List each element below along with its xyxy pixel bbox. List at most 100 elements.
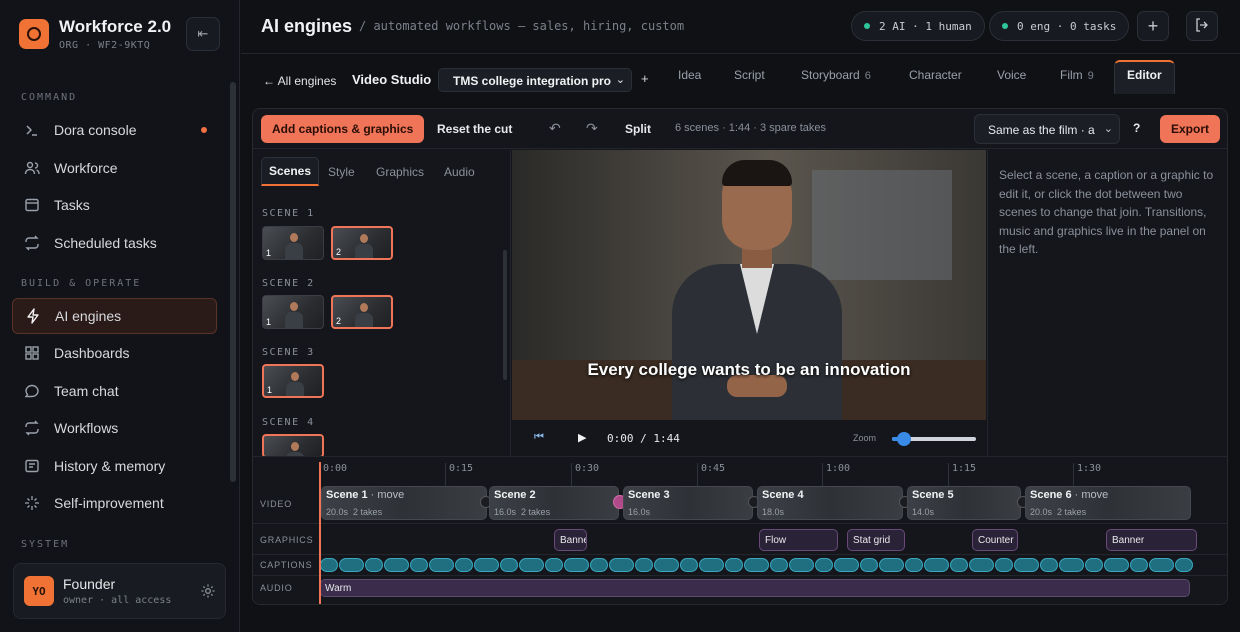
sidebar-item-dashboards[interactable]: Dashboards <box>12 335 217 371</box>
caption-chip[interactable] <box>789 558 814 572</box>
scene-take-thumbnail[interactable]: 1 <box>262 295 324 329</box>
caption-chip[interactable] <box>1130 558 1148 572</box>
caption-chip[interactable] <box>564 558 589 572</box>
caption-chip[interactable] <box>969 558 994 572</box>
tab-graphics[interactable]: Graphics <box>376 165 424 179</box>
add-button[interactable]: + <box>1137 11 1169 41</box>
user-card[interactable]: YO Founder owner · all access <box>13 563 226 619</box>
caption-chip[interactable] <box>384 558 409 572</box>
caption-chip[interactable] <box>429 558 454 572</box>
help-button[interactable]: ? <box>1133 121 1140 135</box>
tab-style[interactable]: Style <box>328 165 355 179</box>
caption-chip[interactable] <box>834 558 859 572</box>
style-select[interactable]: Same as the film · a ⌄ <box>974 114 1120 144</box>
engine-status-pill[interactable]: 0 eng · 0 tasks <box>989 11 1130 41</box>
rewind-icon[interactable]: ⏮ <box>534 431 544 444</box>
add-captions-button[interactable]: Add captions & graphics <box>261 115 425 143</box>
scene-take-thumbnail[interactable]: 2 <box>331 226 393 260</box>
export-button[interactable]: Export <box>1160 115 1220 143</box>
caption-chip[interactable] <box>1104 558 1129 572</box>
caption-chip[interactable] <box>699 558 724 572</box>
caption-chip[interactable] <box>1085 558 1103 572</box>
sidebar-item-scheduled-tasks[interactable]: Scheduled tasks <box>12 225 217 261</box>
caption-chip[interactable] <box>1059 558 1084 572</box>
tab-audio[interactable]: Audio <box>444 165 475 179</box>
ai-status-pill[interactable]: 2 AI · 1 human <box>851 11 985 41</box>
caption-chip[interactable] <box>860 558 878 572</box>
sidebar-item-tasks[interactable]: Tasks <box>12 187 217 223</box>
caption-chip[interactable] <box>455 558 473 572</box>
caption-chip[interactable] <box>500 558 518 572</box>
collapse-sidebar-button[interactable]: ⇤ <box>186 17 220 51</box>
caption-chip[interactable] <box>725 558 743 572</box>
caption-chip[interactable] <box>950 558 968 572</box>
caption-chip[interactable] <box>680 558 698 572</box>
caption-chip[interactable] <box>815 558 833 572</box>
reset-cut-button[interactable]: Reset the cut <box>426 115 523 143</box>
graphic-chip[interactable]: Banner <box>1106 529 1197 551</box>
caption-chip[interactable] <box>410 558 428 572</box>
caption-chip[interactable] <box>770 558 788 572</box>
back-link[interactable]: ← All engines <box>263 74 336 88</box>
caption-chip[interactable] <box>519 558 544 572</box>
tab-character[interactable]: Character <box>909 68 962 82</box>
caption-chip[interactable] <box>995 558 1013 572</box>
sidebar-item-self-improvement[interactable]: Self-improvement <box>12 485 217 521</box>
caption-chip[interactable] <box>905 558 923 572</box>
tab-script[interactable]: Script <box>734 68 765 82</box>
logout-button[interactable] <box>1186 11 1218 41</box>
video-preview[interactable]: Every college wants to be an innovation <box>512 150 986 420</box>
caption-chip[interactable] <box>1175 558 1193 572</box>
timeline-clip-scene-5[interactable]: Scene 5 14.0s <box>907 486 1021 520</box>
caption-chip[interactable] <box>744 558 769 572</box>
tab-scenes[interactable]: Scenes <box>261 157 320 186</box>
caption-chip[interactable] <box>320 558 338 572</box>
scenes-scrollbar[interactable] <box>503 250 507 380</box>
zoom-slider-handle[interactable] <box>897 432 911 446</box>
caption-chip[interactable] <box>1149 558 1174 572</box>
timeline-clip-scene-4[interactable]: Scene 4 18.0s <box>757 486 903 520</box>
caption-chip[interactable] <box>590 558 608 572</box>
scene-take-thumbnail[interactable]: 2 <box>331 295 393 329</box>
caption-chip[interactable] <box>609 558 634 572</box>
graphic-chip[interactable]: Flow <box>759 529 838 551</box>
caption-chip[interactable] <box>339 558 364 572</box>
tab-film[interactable]: Film 9 <box>1060 68 1094 82</box>
sidebar-scrollbar[interactable] <box>230 82 236 482</box>
tab-storyboard[interactable]: Storyboard 6 <box>801 68 871 82</box>
graphic-chip[interactable]: Counter <box>972 529 1018 551</box>
tab-idea[interactable]: Idea <box>678 68 701 82</box>
timeline-clip-scene-2[interactable]: Scene 2 16.0s 2 takes <box>489 486 619 520</box>
split-button[interactable]: Split <box>614 115 662 143</box>
playhead[interactable] <box>319 462 321 604</box>
caption-chip[interactable] <box>545 558 563 572</box>
video-caption[interactable]: Every college wants to be an innovation <box>512 360 986 380</box>
caption-chip[interactable] <box>879 558 904 572</box>
graphic-chip[interactable]: Stat grid <box>847 529 905 551</box>
redo-icon[interactable]: ↷ <box>586 120 598 137</box>
audio-track[interactable]: Warm <box>320 579 1190 597</box>
sidebar-item-team-chat[interactable]: Team chat <box>12 373 217 409</box>
tab-voice[interactable]: Voice <box>997 68 1026 82</box>
sidebar-item-history-memory[interactable]: History & memory <box>12 448 217 484</box>
timeline-clip-scene-3[interactable]: Scene 3 16.0s <box>623 486 753 520</box>
caption-chip[interactable] <box>1040 558 1058 572</box>
add-project-button[interactable]: + <box>641 71 649 86</box>
timeline-clip-scene-1[interactable]: Scene 1 · move 20.0s 2 takes <box>321 486 487 520</box>
timeline-clip-scene-6[interactable]: Scene 6 · move 20.0s 2 takes <box>1025 486 1191 520</box>
caption-chip[interactable] <box>365 558 383 572</box>
caption-chip[interactable] <box>474 558 499 572</box>
graphic-chip[interactable]: Banne <box>554 529 587 551</box>
caption-chip[interactable] <box>924 558 949 572</box>
play-icon[interactable]: ▶ <box>578 431 586 444</box>
scene-take-thumbnail[interactable]: 1 <box>262 364 324 398</box>
tab-editor[interactable]: Editor <box>1114 60 1175 94</box>
sidebar-item-dora-console[interactable]: Dora console <box>12 112 217 148</box>
gear-icon[interactable] <box>200 583 216 599</box>
sidebar-item-workforce[interactable]: Workforce <box>12 150 217 186</box>
scene-take-thumbnail[interactable] <box>262 434 324 458</box>
sidebar-item-workflows[interactable]: Workflows <box>12 410 217 446</box>
zoom-slider[interactable] <box>892 432 976 446</box>
caption-chip[interactable] <box>635 558 653 572</box>
undo-icon[interactable]: ↶ <box>549 120 561 137</box>
